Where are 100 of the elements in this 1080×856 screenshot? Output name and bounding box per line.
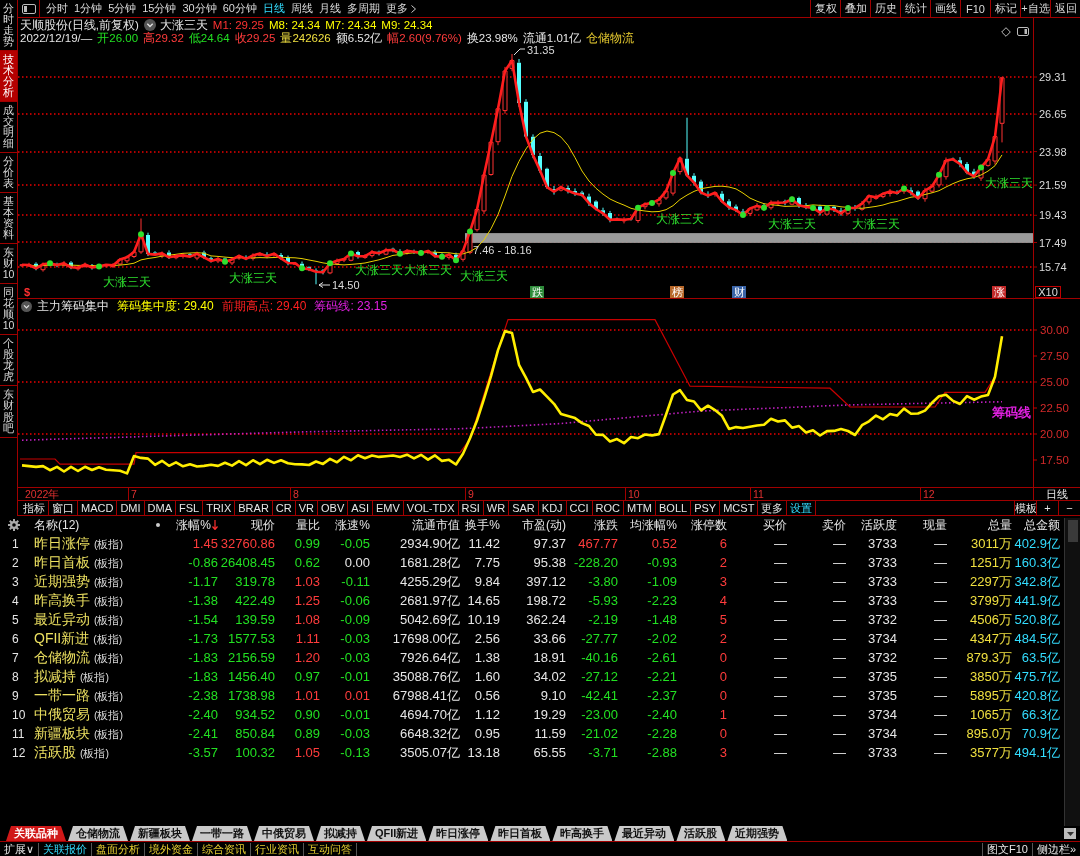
table-cell-text: — [933,574,947,589]
toolbar-button[interactable]: 画线 [930,0,960,17]
column-header[interactable]: 总量 [947,516,1012,534]
moving-average-value: M8: 24.34 [269,19,321,31]
sidebar-tab[interactable]: 东财10 [0,244,17,285]
indicator-tab[interactable]: BOLL [656,501,692,515]
column-header[interactable]: 名称(12) [30,516,150,534]
column-header[interactable]: 涨速% [320,516,370,534]
scrollbar-track[interactable] [1064,518,1080,826]
column-header[interactable]: 买价 [727,516,787,534]
indicator-tab[interactable]: VR [295,501,318,515]
related-tab[interactable]: 昨高换手 [552,826,613,841]
related-tab[interactable]: 中俄贸易 [254,826,314,841]
event-marker[interactable]: 涨 [992,286,1006,298]
status-tab[interactable]: 扩展∨ [0,842,40,856]
status-tab[interactable]: 互动问答 [304,842,358,856]
related-tab[interactable]: 近期强势 [727,826,788,841]
window-button[interactable]: 模板 [1014,501,1036,515]
chevron-down-circle-icon[interactable] [21,301,32,312]
related-tab[interactable]: 一带一路 [192,826,252,841]
indicator-tab[interactable]: TRIX [203,501,236,515]
sector-type-tag: (板指) [80,670,109,685]
related-tab[interactable]: 最近异动 [614,826,675,841]
column-header[interactable]: 量比 [275,516,320,534]
scrollbar-thumb[interactable] [1067,520,1078,542]
indicator-tab[interactable]: FSL [176,501,204,515]
related-tab[interactable]: 活跃股 [676,826,726,841]
indicator-tab[interactable]: MTM [624,501,657,515]
column-header[interactable]: 涨幅% [165,516,218,534]
indicator-tab[interactable]: MACD [78,501,118,515]
period-tab[interactable]: 15分钟 [139,1,180,16]
related-tab[interactable]: 关联品种 [6,826,66,841]
period-tab[interactable]: 分时 [43,1,71,16]
chevron-down-circle-icon[interactable] [143,19,156,31]
scroll-down-button[interactable] [1064,828,1076,839]
table-cell-text: 5895万 [969,686,1012,705]
column-header[interactable]: 现量 [897,516,947,534]
toolbar-button[interactable]: 标记 [990,0,1020,17]
status-tab[interactable]: 境外资金 [145,842,199,856]
column-header[interactable]: 卖价 [787,516,846,534]
period-tab[interactable]: 1分钟 [71,1,106,16]
period-tab[interactable]: 30分钟 [179,1,220,16]
diamond-icon[interactable] [1001,26,1011,37]
indicator-tab[interactable]: 指标 [20,501,49,515]
sidebar-tab[interactable]: 分价表 [0,153,17,194]
status-tab[interactable]: 综合资讯 [198,842,252,856]
related-tab[interactable]: 昨日首板 [490,826,551,841]
column-header[interactable]: 涨停数 [677,516,727,534]
zoom-ratio-button[interactable]: X10 [1035,286,1061,298]
panel-icon[interactable] [21,3,36,14]
related-tab[interactable]: 新疆板块 [130,826,190,841]
sidebar-tab[interactable]: 同花顺10 [0,284,17,336]
sidebar-tab[interactable]: 个股龙虎 [0,335,17,387]
indicator-tab[interactable]: 设置 [787,501,817,515]
related-tab[interactable]: QFII新进 [367,826,427,841]
period-tab[interactable]: 日线 [260,1,288,16]
status-button[interactable]: 图文F10 [981,842,1032,856]
settings-icon[interactable] [8,519,20,531]
event-marker[interactable]: 财 [732,286,746,298]
signal-label: 大涨三天 [656,211,704,226]
period-tab[interactable]: 60分钟 [219,1,260,16]
period-tab[interactable]: 5分钟 [105,1,140,16]
status-tab[interactable]: 盘面分析 [92,842,146,856]
status-tab[interactable]: 行业资讯 [251,842,305,856]
toolbar-button[interactable]: 统计 [900,0,930,17]
more-button[interactable]: 更多 [383,1,419,16]
period-tab[interactable]: 周线 [288,1,316,16]
related-tab[interactable]: 昨日涨停 [428,826,489,841]
column-header[interactable]: 现价 [218,516,275,534]
sidebar-tab[interactable]: 技术分析 [0,51,17,103]
sidebar-tab[interactable]: 成交明细 [0,102,17,154]
related-tab[interactable]: 仓储物流 [68,826,128,841]
related-tab[interactable]: 拟减持 [316,826,365,841]
indicator-tab[interactable]: SAR [509,501,539,515]
column-header[interactable]: 换手% [460,516,500,534]
column-header[interactable]: 涨跌 [566,516,618,534]
column-header[interactable]: 总金额 [1012,516,1060,534]
column-header[interactable]: 活跃度 [846,516,897,534]
event-marker[interactable]: 跌 [530,286,544,298]
table-cell-text: — [773,669,787,684]
column-header[interactable]: 均涨幅% [618,516,677,534]
event-marker[interactable]: 榜 [670,286,684,298]
indicator-tab[interactable]: OBV [318,501,349,515]
sidebar-tab[interactable]: 东财股吧 [0,386,17,438]
period-tab[interactable]: 多周期 [344,1,383,16]
status-button[interactable]: 侧边栏» [1031,842,1080,856]
toolbar-button[interactable]: 复权 [810,0,840,17]
column-header[interactable]: 流通市值 [370,516,460,534]
signal-dot [845,205,851,211]
indicator-tab[interactable]: 更多 [758,501,788,515]
toolbar-button[interactable]: 历史 [870,0,900,17]
indicator-tab[interactable]: ASI [348,501,373,515]
column-header[interactable]: 市盈(动) [500,516,566,534]
indicator-tab[interactable]: WR [483,501,510,515]
indicator-tab[interactable]: VOL-TDX [403,501,459,515]
toolbar-button[interactable]: +自选 [1020,0,1050,17]
sidebar-tab[interactable]: 基本资料 [0,193,17,245]
panel-icon[interactable] [1017,27,1029,36]
period-tab[interactable]: 月线 [316,1,344,16]
status-tab[interactable]: 关联报价 [39,842,93,856]
